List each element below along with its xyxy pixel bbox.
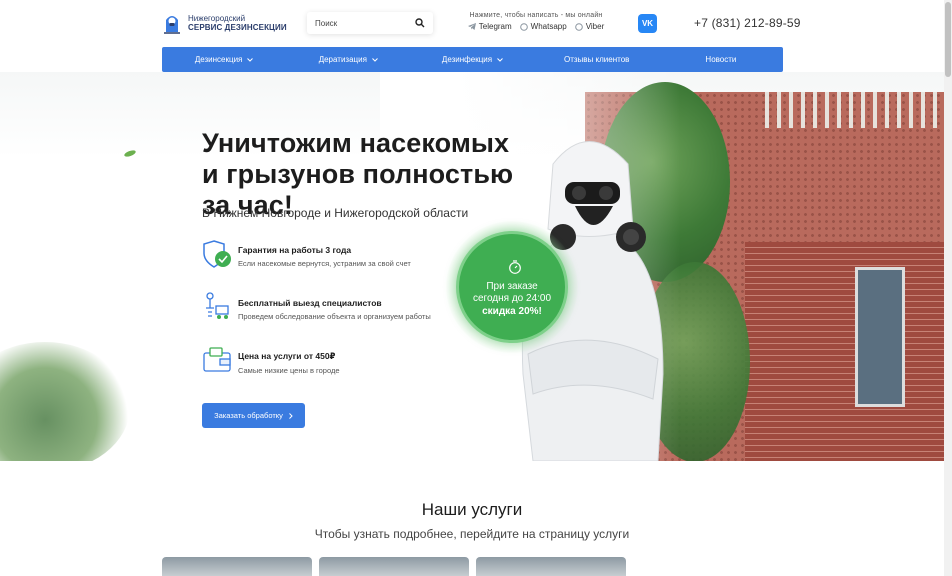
feature-desc: Самые низкие цены в городе [238, 366, 340, 375]
chevron-down-icon [497, 57, 503, 62]
price-wallet-icon [203, 347, 231, 372]
page-scrollbar[interactable] [944, 0, 952, 576]
vk-icon[interactable]: VK [638, 14, 657, 33]
promo-line1: При заказе [486, 281, 538, 292]
feature-guarantee: Гарантия на работы 3 года Если насекомые… [202, 239, 411, 269]
whatsapp-label: Whatsapp [530, 22, 567, 31]
exterminator-logo-icon [164, 16, 180, 34]
services-subtitle: Чтобы узнать подробнее, перейдите на стр… [314, 527, 630, 541]
leaf-decoration [123, 149, 137, 158]
messengers-block: Нажмите, чтобы написать - мы онлайн Tele… [466, 12, 606, 31]
nav-item-disinfection[interactable]: Дезинфекция [410, 55, 534, 64]
service-card[interactable] [319, 557, 469, 576]
main-nav: Дезинсекция Дератизация Дезинфекция Отзы… [162, 47, 783, 72]
nav-item-reviews[interactable]: Отзывы клиентов [535, 55, 659, 64]
foliage-left-image [0, 342, 130, 461]
services-title: Наши услуги [421, 500, 523, 519]
promo-line2: сегодня до 24:00 [472, 293, 552, 304]
nav-item-disinsection[interactable]: Дезинсекция [162, 55, 286, 64]
order-treatment-button[interactable]: Заказать обработку [202, 403, 305, 428]
service-card[interactable] [162, 557, 312, 576]
logo-line2: СЕРВИС ДЕЗИНСЕКЦИИ [188, 23, 287, 32]
logo[interactable]: Нижегородский СЕРВИС ДЕЗИНСЕКЦИИ [162, 12, 287, 34]
feature-title: Гарантия на работы 3 года [238, 245, 352, 255]
feature-desc: Проведем обследование объекта и организу… [238, 312, 431, 321]
viber-label: Viber [585, 22, 605, 31]
telegram-label: Telegram [478, 22, 512, 31]
chevron-down-icon [247, 57, 254, 62]
hero-subtitle: В Нижнем Новгороде и Нижегородской облас… [202, 206, 469, 220]
logo-line1: Нижегородский [188, 14, 246, 23]
feature-title: Цена на услуги от 450₽ [238, 351, 336, 361]
scrollbar-thumb[interactable] [945, 2, 951, 77]
service-card[interactable] [476, 557, 626, 576]
specialist-route-icon [206, 292, 229, 319]
nav-item-news[interactable]: Новости [659, 55, 783, 64]
chevron-down-icon [372, 57, 378, 62]
hero-section: Уничтожим насекомых и грызунов полностью… [0, 72, 944, 461]
cta-label: Заказать обработку [214, 411, 283, 420]
viber-link[interactable]: Viber [574, 22, 605, 31]
phone-number[interactable]: +7 (831) 212-89-59 [694, 16, 801, 30]
nav-item-label: Дезинсекция [194, 55, 243, 64]
feature-desc: Если насекомые вернутся, устраним за сво… [238, 259, 411, 268]
site-header: Нижегородский СЕРВИС ДЕЗИНСЕКЦИИ Нажмите… [0, 0, 944, 46]
nav-item-label: Новости [705, 55, 737, 64]
search-box [307, 12, 433, 34]
nav-item-deratization[interactable]: Дератизация [286, 55, 410, 64]
viber-icon [574, 22, 583, 31]
messengers-hint: Нажмите, чтобы написать - мы онлайн [469, 12, 603, 19]
nav-item-label: Дезинфекция [441, 55, 493, 64]
search-icon[interactable] [415, 18, 425, 28]
telegram-link[interactable]: Telegram [467, 22, 512, 31]
promo-badge: При заказе сегодня до 24:00 скидка 20%! [446, 221, 578, 353]
stopwatch-icon [509, 260, 521, 274]
feature-price: Цена на услуги от 450₽ Самые низкие цены… [202, 345, 340, 375]
shield-check-icon [203, 240, 231, 268]
promo-discount: скидка 20%! [482, 306, 542, 317]
feature-free-visit: Бесплатный выезд специалистов Проведем о… [202, 292, 431, 322]
search-input[interactable] [315, 18, 409, 28]
nav-item-label: Отзывы клиентов [564, 55, 630, 64]
telegram-icon [467, 23, 476, 30]
nav-item-label: Дератизация [318, 55, 367, 64]
whatsapp-link[interactable]: Whatsapp [519, 22, 567, 31]
chevron-right-icon [289, 412, 293, 419]
feature-title: Бесплатный выезд специалистов [238, 298, 382, 308]
whatsapp-icon [519, 22, 528, 31]
